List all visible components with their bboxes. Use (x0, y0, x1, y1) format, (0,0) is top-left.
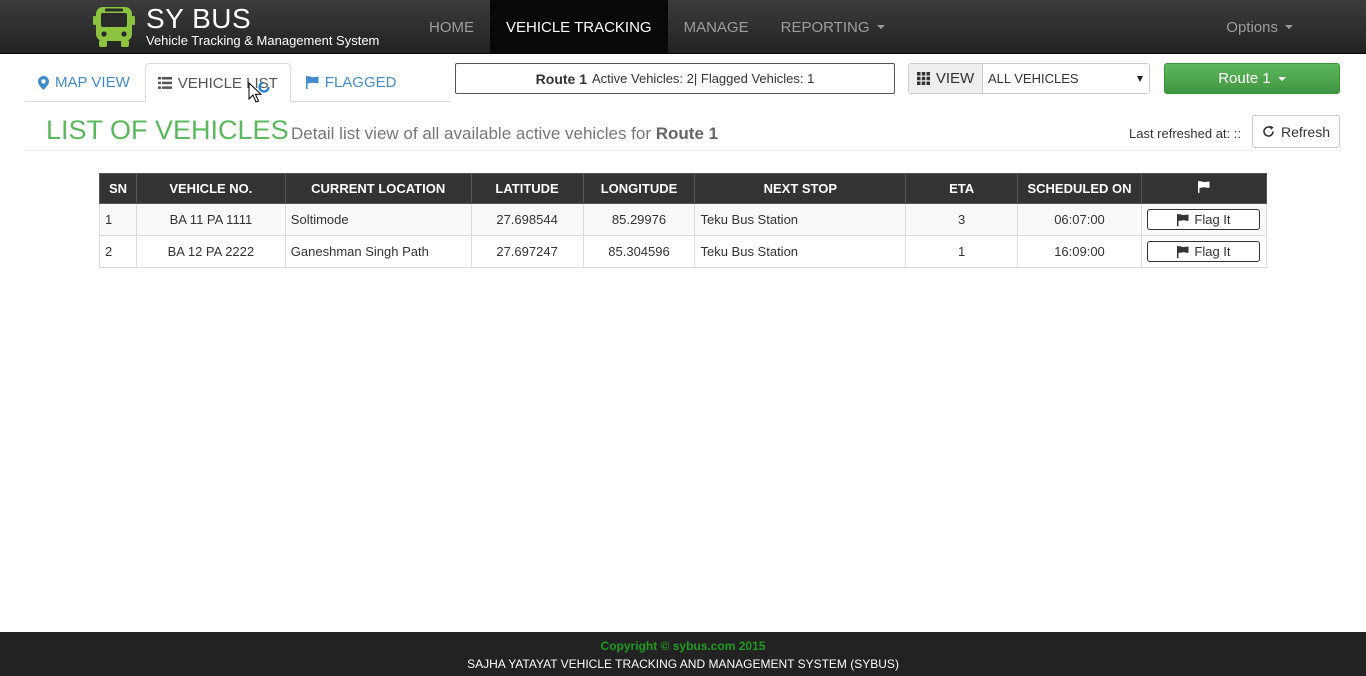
col-latitude[interactable]: LATITUDE (470, 173, 584, 204)
cell-vehicle-no: BA 12 PA 2222 (135, 235, 286, 268)
tab-flagged-label: FLAGGED (324, 74, 397, 91)
flag-it-button[interactable]: Flag It (1147, 209, 1261, 230)
view-label-text: VIEW (935, 70, 975, 87)
main-nav: HOME VEHICLE TRACKING MANAGE REPORTING (413, 0, 901, 54)
nav-vehicle-tracking-label: VEHICLE TRACKING (506, 18, 652, 36)
list-icon (157, 77, 172, 89)
cell-eta: 1 (905, 235, 1019, 268)
caret-down-icon (1285, 25, 1293, 29)
page-description-text: Detail list view of all available active… (291, 124, 651, 143)
cell-vehicle-no: BA 11 PA 1111 (135, 203, 286, 236)
last-refreshed: Last refreshed at: :: (1128, 126, 1241, 141)
route-summary: Route 1 Active Vehicles: 2| Flagged Vehi… (455, 63, 895, 94)
cell-next-stop: Teku Bus Station (694, 203, 907, 236)
cell-sn: 2 (99, 235, 137, 268)
page-description: Detail list view of all available active… (291, 124, 718, 144)
cell-flag: Flag It (1140, 203, 1268, 236)
brand[interactable]: SY BUS Vehicle Tracking & Management Sys… (92, 4, 379, 50)
brand-title: SY BUS (146, 3, 252, 34)
view-tabs: MAP VIEW VEHICLE LIST FLAGGED (25, 63, 450, 103)
route-summary-name: Route 1 (535, 70, 587, 87)
vehicle-filter-value: ALL VEHICLES (988, 71, 1079, 86)
footer: Copyright © sybus.com 2015 SAJHA YATAYAT… (0, 632, 1366, 676)
dropdown-arrow-icon (1137, 75, 1143, 82)
flag-it-button[interactable]: Flag It (1147, 241, 1261, 262)
table-row: 2 BA 12 PA 2222 Ganeshman Singh Path 27.… (99, 235, 1268, 268)
flag-icon (305, 76, 319, 89)
view-filter-group: VIEW ALL VEHICLES (908, 63, 1150, 94)
vehicle-filter-select[interactable]: ALL VEHICLES (983, 64, 1149, 93)
nav-manage-label: MANAGE (683, 18, 749, 36)
nav-manage[interactable]: MANAGE (668, 0, 765, 54)
cell-longitude: 85.29976 (582, 203, 696, 236)
options-dropdown[interactable]: Options (1226, 0, 1293, 54)
col-scheduled-on[interactable]: SCHEDULED ON (1017, 173, 1142, 204)
cell-scheduled: 16:09:00 (1017, 235, 1142, 268)
flag-icon (1197, 181, 1210, 193)
page-header: LIST OF VEHICLES Detail list view of all… (25, 107, 1340, 151)
options-label: Options (1226, 18, 1278, 36)
cell-location: Soltimode (284, 203, 472, 236)
footer-system-name: SAJHA YATAYAT VEHICLE TRACKING AND MANAG… (467, 657, 899, 671)
refresh-icon (1263, 125, 1274, 137)
view-label: VIEW (909, 64, 983, 93)
caret-down-icon (876, 25, 885, 29)
bus-icon (93, 7, 135, 47)
nav-home[interactable]: HOME (413, 0, 490, 54)
col-sn[interactable]: SN (99, 173, 137, 204)
col-flag (1140, 173, 1268, 204)
col-vehicle-no[interactable]: VEHICLE NO. (135, 173, 286, 204)
top-navbar: SY BUS Vehicle Tracking & Management Sys… (0, 0, 1366, 54)
nav-home-label: HOME (429, 18, 474, 36)
mouse-cursor-icon (248, 82, 270, 103)
cell-eta: 3 (905, 203, 1019, 236)
cell-longitude: 85.304596 (582, 235, 696, 268)
tab-flagged[interactable]: FLAGGED (293, 63, 410, 102)
page-title: LIST OF VEHICLES (46, 115, 289, 145)
cell-scheduled: 06:07:00 (1017, 203, 1142, 236)
flag-icon (1177, 213, 1189, 226)
col-eta[interactable]: ETA (905, 173, 1019, 204)
vehicle-table: SN VEHICLE NO. CURRENT LOCATION LATITUDE… (99, 173, 1268, 268)
col-longitude[interactable]: LONGITUDE (582, 173, 696, 204)
col-next-stop[interactable]: NEXT STOP (694, 173, 907, 204)
nav-reporting[interactable]: REPORTING (765, 0, 901, 54)
cell-latitude: 27.698544 (470, 203, 584, 236)
tab-map-view-label: MAP VIEW (55, 74, 130, 91)
flag-it-label: Flag It (1194, 212, 1231, 227)
route-select-label: Route 1 (1218, 70, 1271, 87)
flag-it-label: Flag It (1194, 244, 1231, 259)
tab-map-view[interactable]: MAP VIEW (25, 63, 143, 102)
table-header-row: SN VEHICLE NO. CURRENT LOCATION LATITUDE… (99, 173, 1268, 204)
nav-reporting-label: REPORTING (780, 18, 870, 36)
col-current-location[interactable]: CURRENT LOCATION (284, 173, 472, 204)
refresh-button[interactable]: Refresh (1252, 115, 1340, 148)
flag-icon (1177, 245, 1189, 258)
table-row: 1 BA 11 PA 1111 Soltimode 27.698544 85.2… (99, 203, 1268, 236)
cell-next-stop: Teku Bus Station (694, 235, 907, 268)
route-select-button[interactable]: Route 1 (1164, 63, 1340, 94)
cell-sn: 1 (99, 203, 137, 236)
refresh-label: Refresh (1280, 123, 1331, 140)
brand-subtitle: Vehicle Tracking & Management System (146, 33, 380, 48)
caret-down-icon (1277, 76, 1286, 81)
route-summary-stats: Active Vehicles: 2| Flagged Vehicles: 1 (592, 71, 815, 86)
nav-vehicle-tracking[interactable]: VEHICLE TRACKING (490, 0, 668, 54)
cell-flag: Flag It (1140, 235, 1268, 268)
page-description-route: Route 1 (655, 124, 719, 143)
map-marker-icon (38, 75, 49, 90)
cell-location: Ganeshman Singh Path (284, 235, 472, 268)
grid-icon (916, 72, 930, 85)
cell-latitude: 27.697247 (470, 235, 584, 268)
footer-copyright: Copyright © sybus.com 2015 (600, 639, 766, 653)
